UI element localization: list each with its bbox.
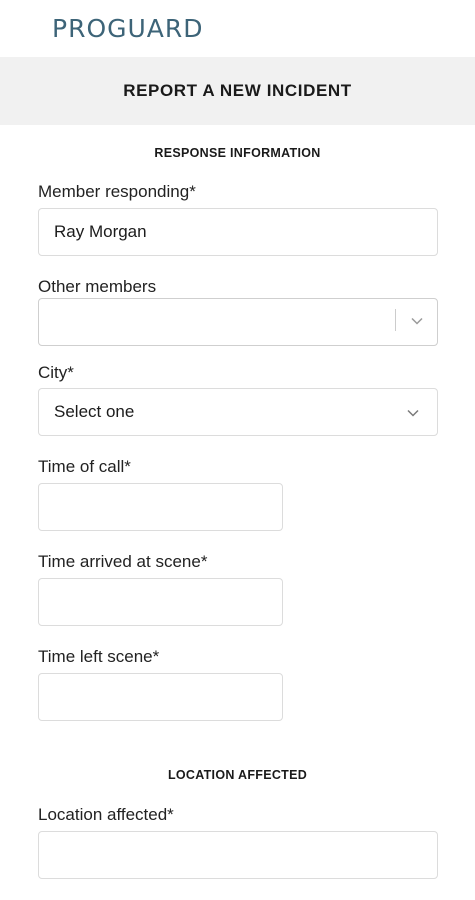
member-responding-value: Ray Morgan xyxy=(54,222,147,241)
time-arrived-label: Time arrived at scene* xyxy=(38,552,208,571)
time-of-call-label: Time of call* xyxy=(38,457,131,476)
page-title: REPORT A NEW INCIDENT xyxy=(0,57,475,125)
time-arrived-field[interactable] xyxy=(38,578,283,626)
city-select[interactable]: Select one xyxy=(38,388,438,436)
section-heading-location: LOCATION AFFECTED xyxy=(167,768,308,782)
city-value: Select one xyxy=(54,402,135,421)
chevron-down-icon[interactable] xyxy=(410,314,424,328)
location-affected-label: Location affected* xyxy=(38,805,174,824)
time-left-field[interactable] xyxy=(38,673,283,721)
location-affected-field[interactable] xyxy=(38,831,438,879)
section-heading-response: RESPONSE INFORMATION xyxy=(154,146,321,160)
member-responding-label: Member responding* xyxy=(38,182,196,201)
city-label: City* xyxy=(38,363,74,382)
member-responding-field[interactable]: Ray Morgan xyxy=(38,208,438,256)
proguard-logo: PROGUARD xyxy=(52,14,204,43)
select-divider xyxy=(395,309,396,331)
time-of-call-field[interactable] xyxy=(38,483,283,531)
other-members-label: Other members xyxy=(38,277,157,296)
incident-report-page: PROGUARD REPORT A NEW INCIDENT RESPONSE … xyxy=(0,0,475,900)
chevron-down-icon xyxy=(406,406,420,420)
other-members-select[interactable] xyxy=(38,298,438,346)
time-left-label: Time left scene* xyxy=(38,647,160,666)
